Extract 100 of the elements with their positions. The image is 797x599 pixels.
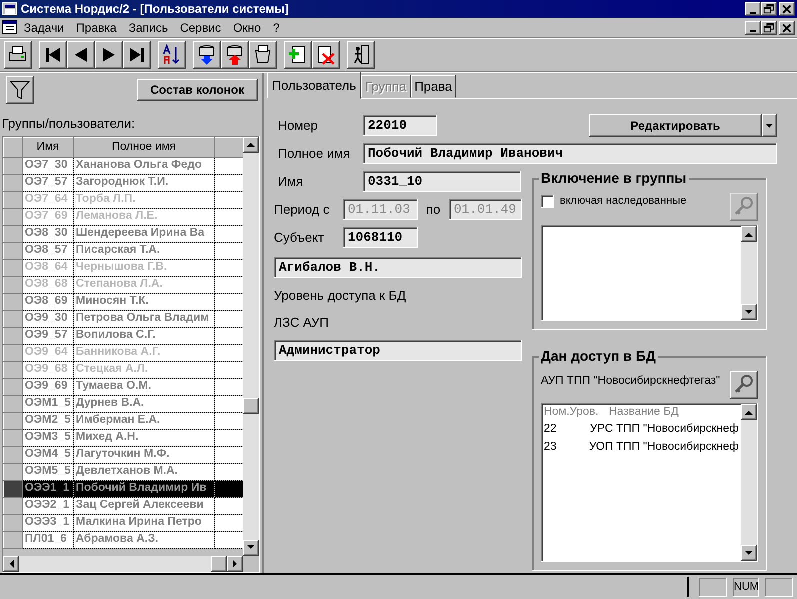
triangle-up-icon (745, 410, 753, 414)
database-down-icon[interactable] (193, 41, 221, 69)
next-record-icon[interactable] (95, 41, 123, 69)
table-cell: ОЭ9_30 (22, 310, 74, 328)
list-cell-text: 22 (544, 422, 558, 438)
first-record-icon[interactable] (39, 41, 67, 69)
exit-door-icon[interactable] (347, 41, 375, 69)
scroll-thumb[interactable] (243, 398, 259, 414)
close-button[interactable] (779, 2, 795, 16)
column-header[interactable]: Ном.Уров. (544, 404, 609, 422)
table-cell: ОЭ8_57 (22, 242, 74, 260)
table-cell: ОЭМ1_5 (22, 395, 74, 412)
minimize-button[interactable] (745, 2, 761, 16)
input-field[interactable]: 1068110 (343, 227, 418, 248)
scroll-down-button[interactable] (243, 540, 259, 556)
vertical-scrollbar[interactable] (741, 226, 757, 320)
vertical-scrollbar[interactable] (741, 404, 757, 561)
scroll-up-button[interactable] (243, 136, 259, 152)
field-label: Имя (278, 172, 304, 191)
table-cell: ОЭ9_64 (22, 344, 74, 362)
table-cell: Малкина Ирина Петро (74, 514, 214, 532)
scroll-up-button[interactable] (741, 226, 757, 242)
caret-icon (766, 124, 773, 128)
column-header[interactable]: Название БД (609, 404, 679, 422)
table-cell: ОЭ9_57 (22, 327, 74, 344)
last-record-icon[interactable] (123, 41, 151, 69)
column-header[interactable]: Полное имя (74, 137, 214, 158)
scroll-down-button[interactable] (741, 304, 757, 320)
menu-item[interactable]: Правка (70, 18, 123, 36)
restore-icon (762, 3, 776, 15)
field-label: Период с (274, 200, 331, 219)
status-panel (699, 578, 727, 596)
column-header[interactable]: Имя (22, 137, 74, 158)
table-cell: Михед А.Н. (74, 429, 214, 446)
table-cell: ОЭ9_68 (22, 361, 74, 378)
triangle-left-icon (8, 560, 14, 568)
input-field[interactable]: 22010 (363, 115, 437, 136)
restore-button[interactable] (761, 2, 777, 16)
group-title: Включение в группы (539, 170, 689, 186)
menu-item[interactable]: Запись (122, 18, 174, 36)
sort-icon[interactable] (158, 41, 186, 69)
field-label: по (425, 200, 442, 219)
filter-icon[interactable] (6, 76, 34, 104)
checkbox[interactable] (541, 194, 554, 208)
trash-icon[interactable] (249, 41, 277, 69)
columns-button[interactable]: Состав колонок (137, 79, 258, 101)
row-header[interactable] (4, 480, 22, 498)
close-icon (780, 3, 794, 15)
menu-item[interactable]: Сервис (174, 18, 228, 36)
table-cell: ОЭЭ2_1 (22, 497, 74, 514)
input-field[interactable]: Администратор (274, 340, 522, 361)
table-cell: ОЭ7_30 (22, 157, 74, 174)
table-cell: ОЭЭ3_1 (22, 514, 74, 532)
table-cell: Леманова Л.Е. (74, 208, 214, 226)
table-cell: ОЭ7_57 (22, 174, 74, 192)
horizontal-scrollbar[interactable] (3, 556, 243, 572)
window-title: Система Нордис/2 - [Пользователи системы] (21, 1, 290, 18)
scroll-thumb[interactable] (211, 556, 227, 572)
menu-item[interactable]: ? (267, 18, 286, 36)
scroll-left-button[interactable] (3, 556, 19, 572)
list-cell-text: 23 (544, 440, 558, 454)
menu-item[interactable]: Окно (227, 18, 268, 36)
minimize-button[interactable] (745, 20, 761, 34)
table-cell: Имберман Е.А. (74, 412, 214, 430)
close-button[interactable] (779, 20, 795, 34)
edit-button[interactable]: Редактировать (589, 114, 762, 137)
key-icon[interactable] (730, 371, 758, 399)
table-cell: Вопилова С.Г. (74, 327, 214, 344)
delete-document-icon[interactable] (312, 41, 340, 69)
dropdown-button[interactable] (762, 114, 777, 137)
triangle-right-icon (232, 560, 238, 568)
input-field[interactable]: Побочий Владимир Иванович (363, 143, 777, 164)
vertical-scrollbar[interactable] (243, 136, 259, 556)
status-panel (765, 578, 793, 596)
table-cell: ОЭМ2_5 (22, 412, 74, 430)
database-up-icon[interactable] (221, 41, 249, 69)
close-icon (780, 22, 794, 34)
field-label: Полное имя (278, 144, 352, 163)
menu-item[interactable]: Задачи (18, 18, 70, 36)
scroll-up-button[interactable] (741, 404, 757, 420)
input-field[interactable]: 0331_10 (363, 171, 521, 192)
table-cell: ОЭЭ1_1 (22, 480, 74, 498)
status-indicator: NUM (733, 578, 759, 596)
tab[interactable]: Права (410, 74, 456, 98)
scroll-down-button[interactable] (741, 545, 757, 561)
previous-record-icon[interactable] (67, 41, 95, 69)
table-cell: ПЛ01_6 (22, 531, 74, 548)
print-icon[interactable] (4, 41, 32, 69)
input-field[interactable]: Агибалов В.Н. (274, 257, 522, 278)
column-header[interactable] (214, 137, 243, 158)
table-cell: Лагуточкин М.Ф. (74, 446, 214, 464)
restore-button[interactable] (761, 20, 777, 34)
minimize-icon (750, 12, 756, 14)
tab[interactable]: Пользователь (267, 72, 362, 99)
field-label: Номер (278, 116, 320, 135)
document-icon (2, 20, 18, 35)
add-document-icon[interactable] (284, 41, 312, 69)
table-cell: Степанова Л.А. (74, 276, 214, 294)
organization-name: АУП ТПП "Новосибирскнефтегаз" (541, 374, 720, 389)
scroll-right-button[interactable] (227, 556, 243, 572)
